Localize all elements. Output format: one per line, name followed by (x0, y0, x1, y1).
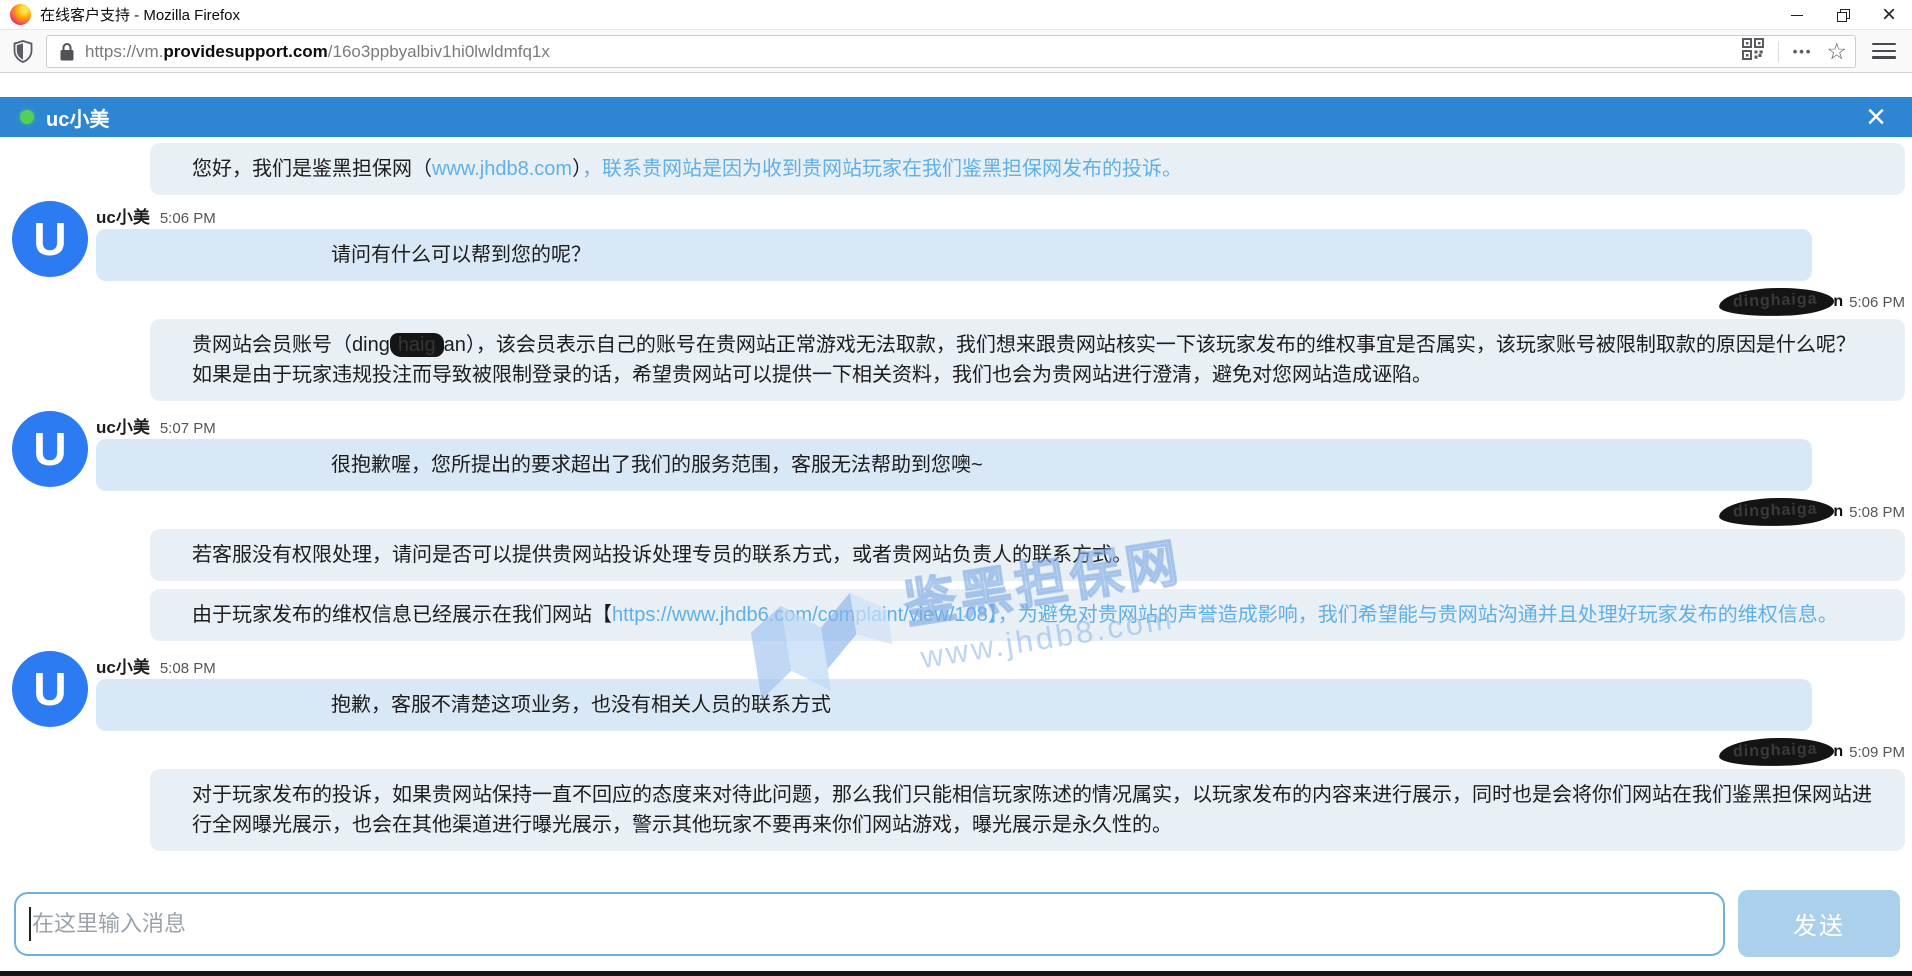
agent-message-group: U uc小美 5:06 PM 请问有什么可以帮到您的呢？ (0, 203, 1912, 281)
urlbar-actions: ••• ☆ (1742, 36, 1847, 67)
visitor-message: 贵网站会员账号（dinghaigan），该会员表示自己的账号在贵网站正常游戏无法… (150, 319, 1905, 401)
agent-message: 很抱歉喔，您所提出的要求超出了我们的服务范围，客服无法帮助到您噢~ (96, 439, 1812, 491)
redacted-name: dinghaiga (1718, 736, 1833, 768)
visitor-meta: dinghaigan 5:06 PM (0, 289, 1912, 315)
visitor-message: 由于玩家发布的维权信息已经展示在我们网站【https://www.jhdb6.c… (150, 589, 1905, 641)
url-path: /16o3ppbyalbiv1hi0lwldmfq1x (328, 42, 550, 61)
close-window-icon: × (1882, 3, 1896, 27)
message-link[interactable]: https://www.jhdb6.com/complaint/view/108… (612, 604, 1838, 626)
titlebar: 在线客户支持 - Mozilla Firefox × (0, 0, 1912, 30)
redacted-text: haig (390, 333, 444, 357)
message-text: 由于玩家发布的维权信息已经展示在我们网站【 (192, 604, 612, 626)
restore-icon (1837, 9, 1850, 22)
agent-meta: uc小美 5:07 PM (96, 413, 1912, 435)
qr-code-icon[interactable] (1742, 38, 1764, 65)
online-status-icon (20, 110, 34, 124)
page-actions-icon[interactable]: ••• (1793, 44, 1813, 59)
message-list[interactable]: 鉴黑担保网 www.jhdb8.com 您好，我们是鉴黑担保网（www.jhdb… (0, 137, 1912, 888)
agent-message-group: U uc小美 5:07 PM 很抱歉喔，您所提出的要求超出了我们的服务范围，客服… (0, 413, 1912, 491)
lock-icon (59, 42, 75, 62)
window-title: 在线客户支持 - Mozilla Firefox (40, 4, 240, 25)
visitor-message: 若客服没有权限处理，请问是否可以提供贵网站投诉处理专员的联系方式，或者贵网站负责… (150, 529, 1905, 581)
close-window-button[interactable]: × (1866, 0, 1912, 30)
minimize-button[interactable] (1774, 0, 1820, 30)
minimize-icon (1791, 15, 1803, 16)
agent-message-group: U uc小美 5:08 PM 抱歉，客服不清楚这项业务，也没有相关人员的联系方式 (0, 653, 1912, 731)
chat-close-button[interactable]: × (1854, 97, 1898, 137)
bookmark-star-icon[interactable]: ☆ (1826, 40, 1847, 63)
message-input[interactable] (14, 892, 1725, 956)
agent-avatar: U (12, 411, 88, 487)
message-time: 5:06 PM (160, 210, 216, 227)
message-time: 5:07 PM (160, 420, 216, 437)
firefox-icon (10, 4, 31, 25)
tracking-protection-icon[interactable] (13, 40, 33, 68)
visitor-meta: dinghaigan 5:09 PM (0, 739, 1912, 765)
text-caret (29, 907, 31, 941)
restore-button[interactable] (1820, 0, 1866, 30)
redacted-name: dinghaiga (1718, 286, 1833, 318)
redacted-name: dinghaiga (1718, 496, 1833, 528)
visitor-name-tail: n (1833, 743, 1843, 761)
url-domain: providesupport.com (163, 42, 327, 61)
url-bar[interactable]: https://vm.providesupport.com/16o3ppbyal… (46, 35, 1856, 68)
window-controls: × (1774, 0, 1912, 30)
window-border-bottom (0, 971, 1912, 976)
visitor-name-tail: n (1833, 503, 1843, 521)
message-text: 您好，我们是鉴黑担保网（ (192, 158, 432, 180)
agent-avatar: U (12, 201, 88, 277)
message-time: 5:06 PM (1849, 294, 1905, 311)
send-button[interactable]: 发送 (1738, 890, 1900, 957)
agent-avatar: U (12, 651, 88, 727)
agent-name: uc小美 (96, 653, 150, 678)
message-time: 5:08 PM (160, 660, 216, 677)
visitor-message: 对于玩家发布的投诉，如果贵网站保持一直不回应的态度来对待此问题，那么我们只能相信… (150, 769, 1905, 851)
agent-meta: uc小美 5:06 PM (96, 203, 1912, 225)
message-time: 5:08 PM (1849, 504, 1905, 521)
chat-header: uc小美 × (0, 97, 1912, 137)
message-text: ） (572, 158, 582, 180)
message-text: ，联系贵网站是因为收到贵网站玩家在我们鉴黑担保网发布的投诉。 (582, 158, 1182, 180)
visitor-message: 您好，我们是鉴黑担保网（www.jhdb8.com），联系贵网站是因为收到贵网站… (150, 143, 1905, 195)
composer: 发送 (0, 890, 1912, 957)
message-time: 5:09 PM (1849, 744, 1905, 761)
agent-meta: uc小美 5:08 PM (96, 653, 1912, 675)
message-link[interactable]: www.jhdb8.com (432, 158, 572, 180)
hamburger-menu-icon[interactable] (1872, 43, 1896, 59)
agent-name: uc小美 (96, 413, 150, 438)
visitor-name-tail: n (1833, 293, 1843, 311)
agent-message: 请问有什么可以帮到您的呢？ (96, 229, 1812, 281)
agent-name: uc小美 (96, 203, 150, 228)
urlbar-separator (1778, 41, 1779, 62)
url-scheme: https://vm. (85, 42, 163, 61)
message-text: 贵网站会员账号（ding (192, 334, 390, 356)
url-text: https://vm.providesupport.com/16o3ppbyal… (85, 42, 550, 62)
browser-toolbar: https://vm.providesupport.com/16o3ppbyal… (0, 30, 1912, 73)
browser-window: 在线客户支持 - Mozilla Firefox × (0, 0, 1912, 976)
visitor-meta: dinghaigan 5:08 PM (0, 499, 1912, 525)
chat-agent-name: uc小美 (46, 103, 109, 132)
agent-message: 抱歉，客服不清楚这项业务，也没有相关人员的联系方式 (96, 679, 1812, 731)
